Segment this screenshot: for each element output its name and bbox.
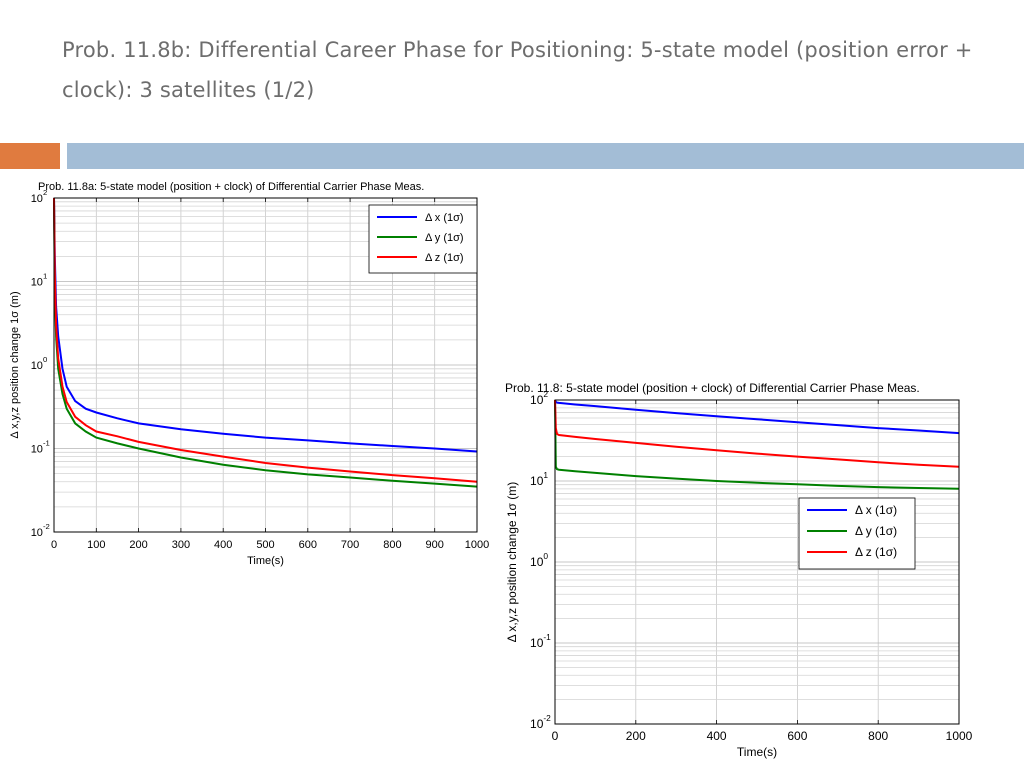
- y-tick-label-base: 10: [530, 393, 544, 407]
- chart-b: 0 200 400 600 800 100010 -210 -110 010 110 2Prob. …: [505, 381, 973, 759]
- legend-label-2: Δ y (1σ): [855, 524, 897, 538]
- x-tick-label: 400: [707, 729, 727, 743]
- y-axis-label: Δ x,y,z position change 1σ (m): [505, 482, 519, 643]
- chart-title: Prob. 11.8: 5-state model (position + cl…: [505, 381, 920, 395]
- x-tick-label: 0: [552, 729, 559, 743]
- legend-label-3: Δ z (1σ): [855, 545, 897, 559]
- x-tick-label: 600: [787, 729, 807, 743]
- legend: Δ x (1σ) Δ y (1σ) Δ z (1σ): [798, 497, 916, 570]
- y-tick-label-exp: -2: [543, 713, 551, 723]
- y-tick-label-exp: -1: [543, 632, 551, 642]
- legend-label-1: Δ x (1σ): [855, 503, 897, 517]
- y-tick-label-base: 10: [530, 636, 544, 650]
- y-tick-label-base: 10: [530, 717, 544, 731]
- y-tick-label-exp: 0: [543, 551, 548, 561]
- y-tick-label-base: 10: [530, 555, 544, 569]
- x-tick-label: 200: [626, 729, 646, 743]
- x-tick-label: 800: [868, 729, 888, 743]
- series-line-2: [554, 399, 960, 490]
- x-axis-label: Time(s): [737, 745, 777, 759]
- y-tick-label-exp: 1: [543, 470, 548, 480]
- y-tick-label-base: 10: [530, 474, 544, 488]
- x-tick-label: 1000: [946, 729, 973, 743]
- series-line-1: [554, 399, 960, 435]
